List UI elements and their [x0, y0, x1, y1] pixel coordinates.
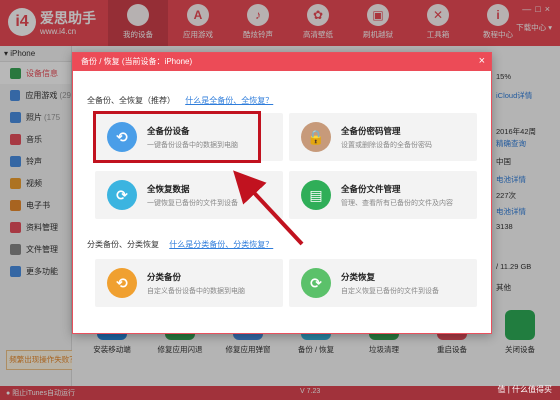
annotation-arrow-icon — [233, 170, 304, 246]
watermark: 值 | 什么值得买 — [497, 385, 552, 394]
